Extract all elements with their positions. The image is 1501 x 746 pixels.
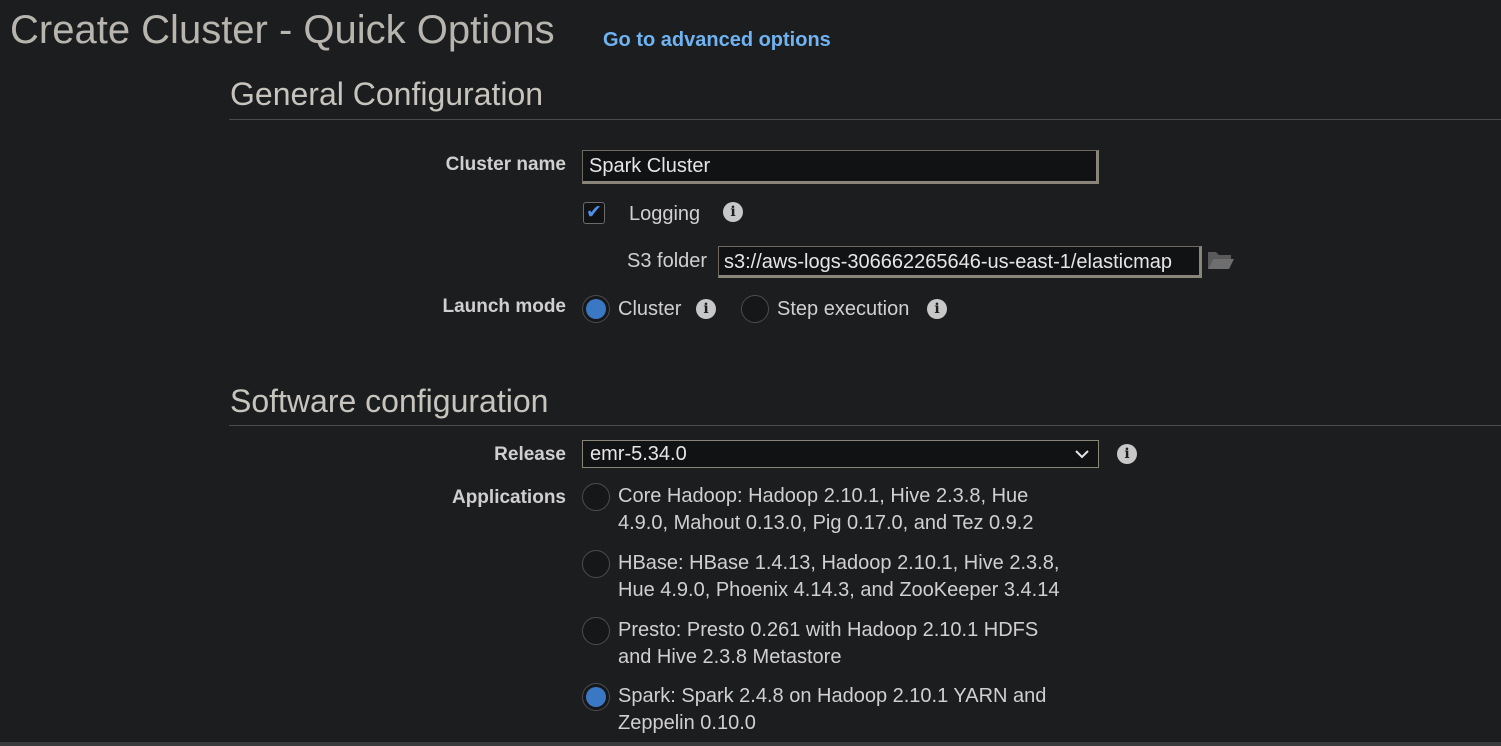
- app-hbase-line2: Hue 4.9.0, Phoenix 4.14.3, and ZooKeeper…: [618, 579, 1060, 601]
- general-configuration-heading: General Configuration: [230, 76, 544, 112]
- app-core-hadoop-line2: 4.9.0, Mahout 0.13.0, Pig 0.17.0, and Te…: [618, 512, 1034, 534]
- section-divider: [229, 425, 1501, 426]
- advanced-options-link[interactable]: Go to advanced options: [603, 29, 831, 52]
- release-select[interactable]: emr-5.34.0: [582, 440, 1099, 468]
- app-core-hadoop-label: Core Hadoop: Hadoop 2.10.1, Hive 2.3.8, …: [618, 483, 1098, 537]
- software-configuration-heading: Software configuration: [230, 383, 549, 419]
- app-presto-line2: and Hive 2.3.8 Metastore: [618, 646, 842, 668]
- launch-mode-cluster-label: Cluster: [618, 298, 682, 320]
- bottom-border: [0, 742, 1501, 746]
- info-icon[interactable]: i: [1117, 444, 1137, 464]
- cluster-name-input[interactable]: Spark Cluster: [582, 150, 1099, 184]
- app-hbase-label: HBase: HBase 1.4.13, Hadoop 2.10.1, Hive…: [618, 550, 1098, 604]
- app-presto-line1: Presto: Presto 0.261 with Hadoop 2.10.1 …: [618, 619, 1039, 641]
- logging-label: Logging: [629, 203, 701, 225]
- s3-folder-label: S3 folder: [627, 250, 708, 272]
- app-presto-label: Presto: Presto 0.261 with Hadoop 2.10.1 …: [618, 617, 1098, 671]
- cluster-name-label: Cluster name: [445, 154, 566, 175]
- release-label: Release: [494, 444, 566, 465]
- s3-folder-input[interactable]: s3://aws-logs-306662265646-us-east-1/ela…: [718, 246, 1202, 278]
- launch-mode-step-radio[interactable]: [741, 295, 769, 323]
- info-icon[interactable]: i: [696, 299, 716, 319]
- app-presto-radio[interactable]: [582, 617, 610, 645]
- app-spark-radio[interactable]: [582, 683, 610, 711]
- app-hbase-line1: HBase: HBase 1.4.13, Hadoop 2.10.1, Hive…: [618, 552, 1060, 574]
- app-spark-line1: Spark: Spark 2.4.8 on Hadoop 2.10.1 YARN…: [618, 685, 1047, 707]
- folder-open-icon[interactable]: [1207, 249, 1235, 271]
- section-divider: [229, 119, 1501, 120]
- applications-label: Applications: [451, 487, 566, 508]
- launch-mode-step-label: Step execution: [777, 298, 910, 320]
- app-core-hadoop-line1: Core Hadoop: Hadoop 2.10.1, Hive 2.3.8, …: [618, 485, 1029, 507]
- launch-mode-label: Launch mode: [442, 296, 566, 317]
- info-icon[interactable]: i: [927, 299, 947, 319]
- launch-mode-cluster-radio[interactable]: [582, 295, 610, 323]
- app-hbase-radio[interactable]: [582, 550, 610, 578]
- checkmark-icon: ✔: [586, 202, 602, 223]
- app-spark-label: Spark: Spark 2.4.8 on Hadoop 2.10.1 YARN…: [618, 683, 1098, 737]
- logging-checkbox[interactable]: ✔: [583, 202, 605, 224]
- app-spark-line2: Zeppelin 0.10.0: [618, 712, 756, 734]
- app-core-hadoop-radio[interactable]: [582, 483, 610, 511]
- chevron-down-icon: [1075, 450, 1089, 459]
- page-title: Create Cluster - Quick Options: [10, 8, 555, 52]
- info-icon[interactable]: i: [723, 202, 743, 222]
- release-value: emr-5.34.0: [590, 443, 687, 465]
